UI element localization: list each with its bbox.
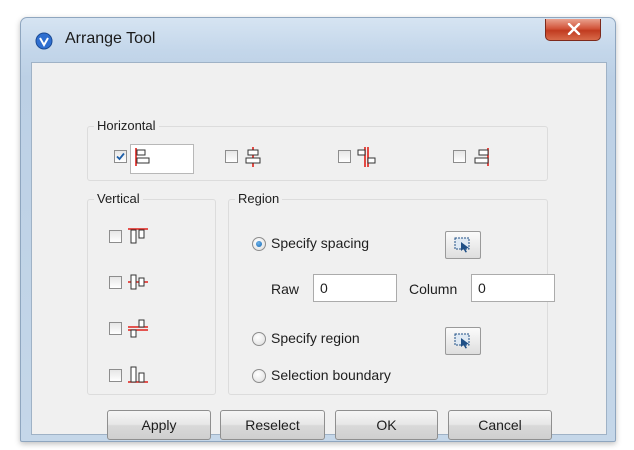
align-right-icon[interactable] [469,146,493,168]
distribute-horizontal-icon[interactable] [354,146,378,168]
vertical-align-top-checkbox[interactable] [109,230,122,243]
app-icon [35,32,53,50]
specify-spacing-radio[interactable] [252,237,266,251]
horizontal-align-center-checkbox[interactable] [225,150,238,163]
raw-label: Raw [271,281,300,297]
dialog-body: Horizontal Vertical Region Specify spaci… [31,62,607,440]
vertical-align-bottom-checkbox[interactable] [109,369,122,382]
selection-boundary-label[interactable]: Selection boundary [271,367,391,383]
specify-spacing-label[interactable]: Specify spacing [271,235,369,251]
ok-button[interactable]: OK [335,410,438,440]
specify-region-pick-button[interactable] [445,327,481,355]
column-input[interactable] [471,274,555,302]
vertical-align-middle-checkbox[interactable] [109,276,122,289]
vertical-group-title: Vertical [94,190,143,208]
horizontal-group-title: Horizontal [94,117,159,135]
region-group: Region Specify spacing Raw Column Specif… [228,190,555,395]
check-icon [116,152,125,161]
close-icon [567,23,581,35]
window-title: Arrange Tool [65,30,156,47]
column-label: Column [409,281,458,297]
close-button[interactable] [545,19,601,41]
horizontal-group: Horizontal [87,117,548,181]
horizontal-align-left-checkbox[interactable] [114,150,127,163]
region-select-icon [454,333,470,349]
align-bottom-icon[interactable] [126,364,150,386]
align-left-icon[interactable] [132,146,156,168]
title-bar[interactable]: Arrange Tool [21,18,615,62]
align-top-icon[interactable] [126,225,150,247]
specify-spacing-pick-button[interactable] [445,231,481,259]
region-select-icon [454,237,470,253]
raw-input[interactable] [313,274,397,302]
distribute-vertical-icon[interactable] [126,317,150,339]
horizontal-align-right-checkbox[interactable] [453,150,466,163]
specify-region-radio[interactable] [252,332,266,346]
cancel-button[interactable]: Cancel [448,410,552,440]
vertical-group: Vertical [87,190,216,395]
apply-button[interactable]: Apply [107,410,211,440]
reselect-button[interactable]: Reselect [220,410,325,440]
align-middle-vertical-icon[interactable] [126,271,150,293]
region-group-title: Region [235,190,283,208]
arrange-tool-window: Arrange Tool Horizontal Vertical Region … [20,17,616,442]
vertical-distribute-checkbox[interactable] [109,322,122,335]
selection-boundary-radio[interactable] [252,369,266,383]
horizontal-distribute-checkbox[interactable] [338,150,351,163]
align-center-horizontal-icon[interactable] [241,146,265,168]
specify-region-label[interactable]: Specify region [271,330,360,346]
